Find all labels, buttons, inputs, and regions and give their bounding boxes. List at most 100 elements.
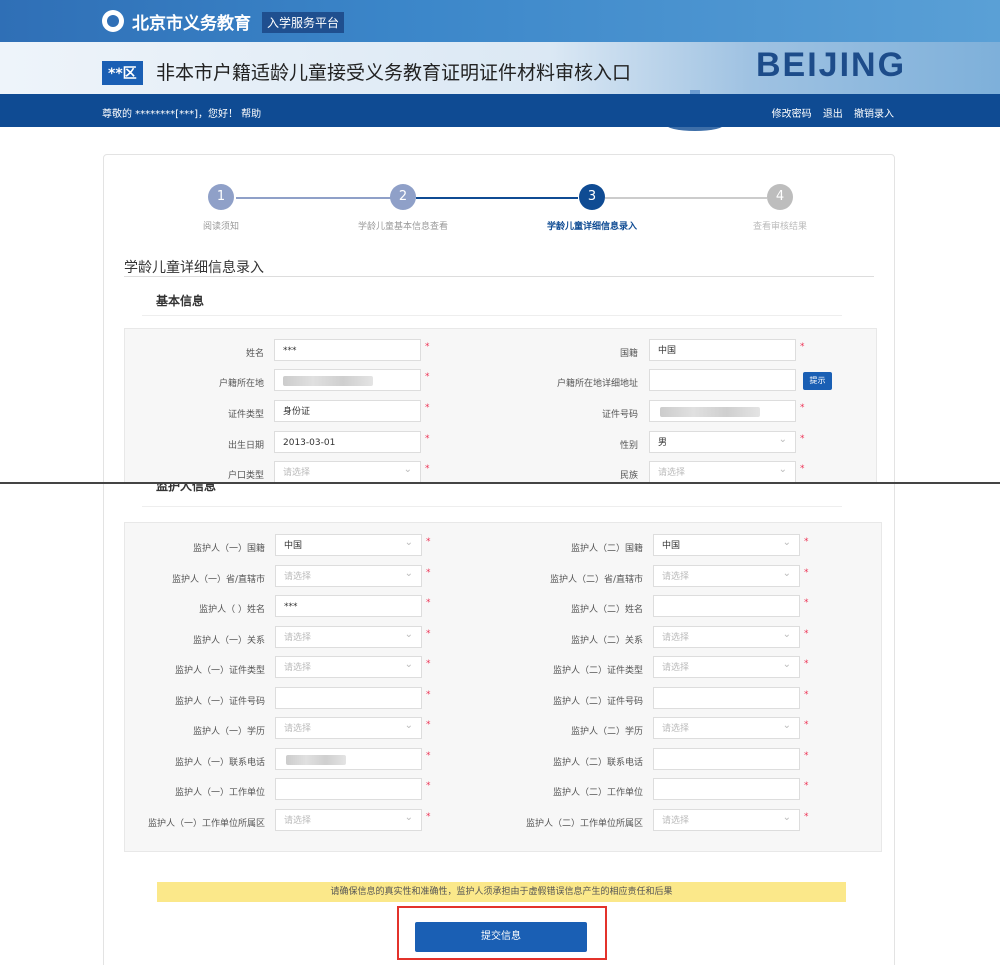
- guardian1-input[interactable]: 请选择: [275, 624, 422, 648]
- guardian2-value: 请选择: [662, 724, 690, 734]
- child-name-input[interactable]: ***: [274, 339, 421, 361]
- step-4-label: 查看审核结果: [752, 222, 807, 232]
- guardian1-input[interactable]: [275, 778, 422, 800]
- required-mark: *: [426, 537, 431, 547]
- required-mark: *: [426, 781, 431, 791]
- guardian2-input[interactable]: 请选择: [653, 654, 800, 678]
- guardian1-value: 中国: [284, 541, 303, 551]
- gender-select[interactable]: 男: [649, 429, 796, 453]
- step-3-label: 学龄儿童详细信息录入: [546, 222, 637, 232]
- redacted-text: [286, 754, 346, 765]
- guardian1-input[interactable]: 中国: [275, 532, 422, 556]
- divider: [142, 506, 842, 507]
- id-type-label: 证件类型: [227, 410, 264, 420]
- nationality-label: 国籍: [619, 349, 638, 359]
- guardian2-input[interactable]: 请选择: [653, 563, 800, 587]
- hukou-type-value: 请选择: [283, 468, 311, 478]
- navbar: 尊敬的 ********[***]，您好！ 帮助 修改密码 退出 撤销录入: [0, 94, 1000, 127]
- guardian2-label: 监护人（二）工作单位: [552, 788, 643, 798]
- divider: [142, 315, 842, 316]
- brand-subtitle: 入学服务平台: [262, 12, 345, 33]
- id-type-input[interactable]: 身份证: [274, 400, 421, 422]
- household-location-input[interactable]: [274, 369, 421, 391]
- required-mark: *: [426, 689, 431, 700]
- guardian2-label: 监护人（二）工作单位所属区: [525, 818, 643, 829]
- required-mark: *: [804, 689, 809, 700]
- basic-info-title: 基本信息: [156, 294, 205, 308]
- step-3-circle: 3: [579, 184, 605, 210]
- guardian1-value: 请选择: [284, 632, 312, 643]
- guardian1-input[interactable]: 请选择: [275, 715, 422, 739]
- birth-date-input[interactable]: 2013-03-01: [274, 431, 421, 453]
- guardian2-input[interactable]: 中国: [653, 532, 800, 556]
- guardian1-label: 监护人（一）工作单位: [174, 788, 265, 798]
- required-mark: *: [804, 659, 809, 669]
- required-mark: *: [426, 720, 431, 730]
- guardian1-value: 请选择: [284, 815, 312, 826]
- guardian1-input[interactable]: 请选择: [275, 654, 422, 678]
- ethnicity-value: 请选择: [658, 468, 686, 478]
- guardian2-label: 监护人（二）证件类型: [552, 666, 643, 676]
- top-header-bar: 北京市义务教育 入学服务平台: [0, 0, 1000, 42]
- id-number-label: 证件号码: [601, 410, 638, 420]
- guardian2-value: 请选择: [662, 663, 690, 673]
- top-screenshot: 北京市义务教育 入学服务平台 **区 非本市户籍适龄儿童接受义务教育证明证件材料…: [0, 0, 1000, 482]
- required-mark: *: [804, 720, 809, 730]
- step-1-circle: 1: [208, 184, 234, 210]
- guardian1-input[interactable]: 请选择: [275, 807, 422, 831]
- required-mark: *: [426, 628, 431, 639]
- guardian1-value: 请选择: [284, 724, 312, 734]
- guardian1-value: ***: [284, 602, 298, 612]
- divider: [124, 276, 874, 277]
- required-mark: *: [804, 628, 809, 639]
- guardian2-input[interactable]: [653, 595, 800, 617]
- system-title: 非本市户籍适龄儿童接受义务教育证明证件材料审核入口: [156, 62, 632, 84]
- guardian2-value: 请选择: [662, 571, 690, 582]
- gender-label: 性别: [619, 441, 638, 451]
- guardian2-input[interactable]: 请选择: [653, 807, 800, 831]
- name-label: 姓名: [245, 349, 264, 359]
- guardian1-label: 监护人（一）工作单位所属区: [147, 818, 265, 829]
- guardian1-input[interactable]: ***: [275, 595, 422, 617]
- guardian1-label: 监护人（一）国籍: [192, 544, 265, 554]
- ethnicity-select[interactable]: 请选择: [649, 459, 796, 482]
- gender-value: 男: [658, 438, 668, 448]
- guardian2-input[interactable]: [653, 778, 800, 800]
- household-address-input[interactable]: [649, 369, 796, 391]
- hint-button[interactable]: 提示: [803, 372, 832, 390]
- ethnicity-label: 民族: [619, 471, 638, 481]
- guardian1-label: 监护人（一）关系: [192, 635, 265, 646]
- guardian2-input[interactable]: 请选择: [653, 624, 800, 648]
- district-badge: **区: [102, 61, 143, 85]
- id-number-input[interactable]: [649, 400, 796, 422]
- step-connector: [605, 197, 767, 199]
- guardian2-input[interactable]: [653, 686, 800, 709]
- guardian1-value: 请选择: [284, 663, 312, 673]
- household-location-label: 户籍所在地: [218, 379, 264, 389]
- section-title: 学龄儿童详细信息录入: [124, 260, 264, 276]
- revoke-entry-link[interactable]: 撤销录入: [854, 109, 894, 120]
- guardian1-label: 监护人（一）省/直辖市: [171, 574, 265, 585]
- guardian1-label: 监护人（一）证件号码: [174, 696, 265, 707]
- guardian2-label: 监护人（二）证件号码: [552, 696, 643, 707]
- guardian2-value: 中国: [662, 541, 681, 551]
- guardian1-input[interactable]: [275, 686, 422, 709]
- guardian2-input[interactable]: [653, 747, 800, 770]
- step-4-circle: 4: [767, 184, 793, 210]
- step-2-label: 学龄儿童基本信息查看: [357, 222, 448, 232]
- guardian1-input[interactable]: [275, 747, 422, 770]
- guardian1-input[interactable]: 请选择: [275, 563, 422, 587]
- logout-link[interactable]: 退出: [823, 109, 843, 120]
- nav-links: 修改密码 退出 撤销录入: [764, 105, 894, 120]
- hukou-type-select[interactable]: 请选择: [274, 459, 421, 482]
- submit-button[interactable]: 提交信息: [415, 922, 587, 952]
- hukou-type-label: 户口类型: [227, 471, 264, 481]
- guardian1-label: 监护人（一）证件类型: [174, 666, 265, 676]
- bottom-screenshot: 监护人信息 监护人（一）国籍中国*监护人（二）国籍中国*监护人（一）省/直辖市请…: [0, 484, 1000, 965]
- step-2-circle: 2: [390, 184, 416, 210]
- guardian2-input[interactable]: 请选择: [653, 715, 800, 739]
- nationality-input[interactable]: 中国: [649, 339, 796, 361]
- required-mark: *: [804, 598, 809, 608]
- required-mark: *: [426, 567, 431, 578]
- change-password-link[interactable]: 修改密码: [772, 109, 812, 120]
